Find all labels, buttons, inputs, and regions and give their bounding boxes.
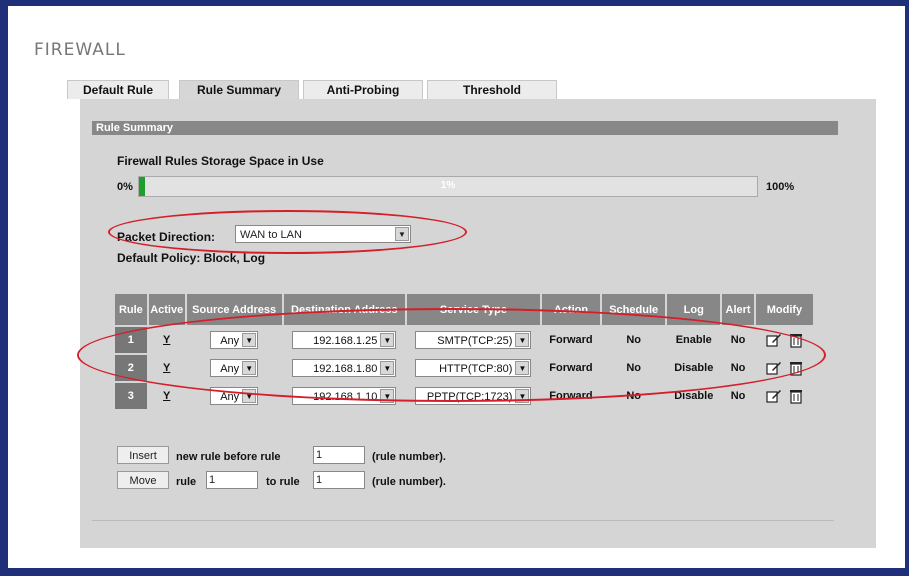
window-frame-bottom [0, 568, 909, 576]
insert-suffix: (rule number). [372, 451, 446, 463]
annotation-ellipse-direction [108, 210, 467, 254]
move-button[interactable]: Move [117, 471, 169, 489]
header-modify: Modify [753, 292, 816, 327]
tab-threshold[interactable]: Threshold [427, 80, 557, 99]
modify-cell [753, 381, 816, 411]
header-active: Active [146, 292, 187, 327]
trash-icon[interactable] [789, 388, 803, 404]
storage-min-label: 0% [117, 181, 133, 193]
active-link[interactable]: Y [163, 390, 170, 402]
move-suffix: (rule number). [372, 476, 446, 488]
move-from-input[interactable] [206, 471, 258, 489]
header-rule: Rule [113, 292, 149, 327]
storage-progress-text: 1% [440, 180, 456, 191]
insert-rule-input[interactable] [313, 446, 365, 464]
annotation-ellipse-rules [77, 308, 826, 402]
divider [92, 520, 834, 521]
move-to-label: to rule [266, 476, 300, 488]
storage-progress-bar: 1% [138, 176, 758, 197]
tab-anti-probing[interactable]: Anti-Probing [303, 80, 423, 99]
section-title: Rule Summary [92, 121, 838, 135]
edit-icon[interactable] [766, 388, 782, 404]
rule-number: 3 [113, 381, 149, 411]
window-frame-top [0, 0, 909, 6]
move-to-input[interactable] [313, 471, 365, 489]
insert-button[interactable]: Insert [117, 446, 169, 464]
insert-text: new rule before rule [176, 451, 281, 463]
tab-bar: Default Rule Rule Summary Anti-Probing T… [67, 80, 557, 100]
tab-rule-summary[interactable]: Rule Summary [179, 80, 299, 99]
header-alert: Alert [720, 292, 756, 327]
storage-max-label: 100% [766, 181, 795, 193]
move-rule-label: rule [176, 476, 197, 488]
storage-label: Firewall Rules Storage Space in Use [117, 154, 324, 168]
window-frame-left [0, 0, 8, 576]
page-title: FIREWALL [34, 40, 126, 60]
tab-default-rule[interactable]: Default Rule [67, 80, 169, 99]
window-frame-right [905, 0, 909, 576]
